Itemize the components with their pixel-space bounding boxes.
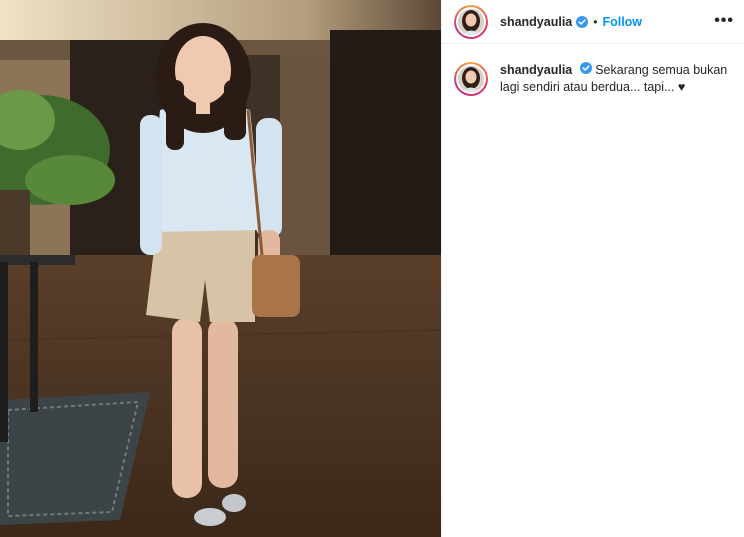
avatar[interactable] bbox=[454, 4, 488, 39]
header-separator: • bbox=[593, 14, 598, 29]
caption-verified-badge-icon bbox=[579, 62, 592, 74]
avatar-border bbox=[456, 6, 486, 37]
caption-avatar-graphic bbox=[458, 66, 484, 92]
post-header: shandyaulia • Follow ••• bbox=[442, 0, 744, 44]
avatar-image bbox=[458, 8, 484, 35]
caption-avatar-border bbox=[456, 64, 486, 94]
post-photo[interactable] bbox=[0, 0, 441, 537]
caption-avatar[interactable] bbox=[454, 62, 488, 96]
follow-button[interactable]: Follow bbox=[602, 15, 642, 29]
avatar-image-graphic bbox=[458, 8, 484, 35]
header-username[interactable]: shandyaulia bbox=[500, 15, 572, 29]
caption-row: shandyaulia Sekarang semua bukan lagi se… bbox=[442, 44, 744, 96]
post-photo-illustration bbox=[0, 0, 441, 537]
caption: shandyaulia Sekarang semua bukan lagi se… bbox=[500, 62, 732, 96]
post-sidebar: shandyaulia • Follow ••• shandyaulia Sek… bbox=[441, 0, 744, 537]
caption-avatar-image bbox=[458, 66, 484, 92]
caption-username[interactable]: shandyaulia bbox=[500, 63, 572, 77]
verified-badge-icon bbox=[576, 15, 589, 28]
more-options-icon[interactable]: ••• bbox=[714, 12, 734, 30]
